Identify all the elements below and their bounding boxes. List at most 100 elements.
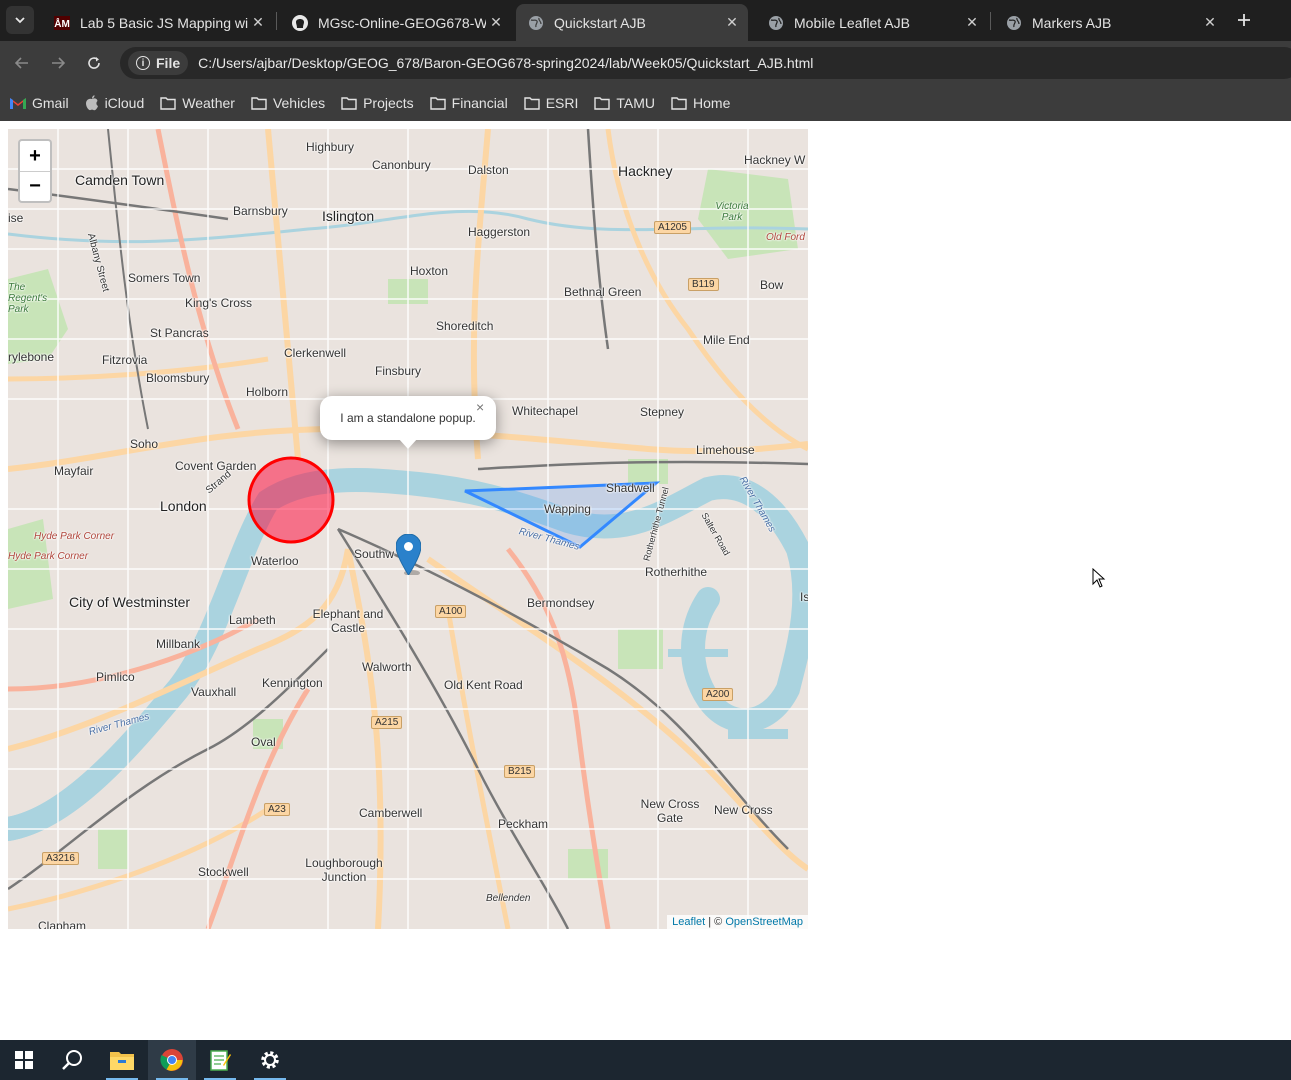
bookmark-label: Weather: [182, 94, 235, 111]
place-label: Oval: [251, 735, 276, 749]
folder-icon: [429, 96, 446, 110]
place-label: Dalston: [468, 163, 509, 177]
place-label: Hackney W: [744, 153, 806, 167]
close-tab-icon[interactable]: ✕: [1200, 13, 1220, 33]
place-label: rylebone: [8, 350, 55, 364]
gear-icon: [261, 1051, 279, 1069]
close-tab-icon[interactable]: ✕: [962, 13, 982, 33]
close-tab-icon[interactable]: ✕: [248, 13, 268, 33]
site-info-chip[interactable]: i File: [128, 51, 189, 75]
chrome-button[interactable]: [148, 1040, 196, 1080]
bookmark-folder-projects[interactable]: Projects: [341, 95, 414, 111]
place-label: Covent Garden: [175, 459, 257, 473]
bookmark-gmail[interactable]: Gmail: [10, 95, 69, 111]
tab-separator: [276, 12, 277, 30]
chrome-icon: [160, 1049, 183, 1071]
folder-icon: [251, 96, 267, 110]
place-label: Peckham: [498, 817, 549, 831]
zoom-out-button[interactable]: −: [20, 171, 50, 201]
place-label: Barnsbury: [233, 204, 288, 218]
place-label: Fitzrovia: [102, 353, 148, 367]
bookmark-icloud[interactable]: iCloud: [85, 94, 145, 111]
map-attribution: Leaflet | © OpenStreetMap: [667, 915, 808, 929]
place-label: London: [160, 498, 207, 514]
place-label: Vauxhall: [191, 685, 237, 699]
folder-icon: [594, 96, 611, 110]
road-shield: A1205: [654, 221, 691, 234]
place-label: Hyde Park Corner: [8, 551, 89, 562]
back-button[interactable]: [10, 51, 34, 75]
place-label: Mile End: [703, 333, 750, 347]
road-shield: B215: [504, 765, 536, 778]
arrow-left-icon: [14, 57, 28, 69]
new-tab-button[interactable]: [1232, 8, 1256, 32]
place-label: Camberwell: [359, 806, 423, 820]
place-label: Somers Town: [128, 271, 201, 285]
search-button[interactable]: [48, 1040, 96, 1080]
place-label: Finsbury: [375, 364, 422, 378]
mouse-cursor-icon: [1092, 568, 1106, 588]
place-label: Stepney: [640, 405, 685, 419]
notepad-button[interactable]: [196, 1040, 244, 1080]
place-label: Islington: [322, 208, 375, 224]
file-explorer-button[interactable]: [98, 1040, 146, 1080]
place-label: Victoria Park: [715, 201, 749, 223]
place-label: Old Kent Road: [444, 678, 523, 692]
settings-button[interactable]: [246, 1040, 294, 1080]
tab-lab5[interactable]: ÅM Lab 5 Basic JS Mapping with ✕: [42, 4, 274, 41]
place-label: Canonbury: [372, 158, 431, 172]
github-icon: [292, 14, 308, 31]
close-tab-icon[interactable]: ✕: [486, 13, 506, 33]
leaflet-map[interactable]: Highbury Canonbury Dalston Hackney Hackn…: [8, 129, 808, 929]
place-label: Hoxton: [410, 264, 449, 278]
place-label: Holborn: [246, 385, 289, 399]
reload-icon: [88, 57, 100, 69]
place-label: Kennington: [262, 676, 323, 690]
tab-search-button[interactable]: [6, 6, 34, 34]
place-label: Stockwell: [198, 865, 249, 879]
site-chip-label: File: [156, 55, 181, 71]
osm-link[interactable]: OpenStreetMap: [725, 916, 803, 928]
folder-icon: [524, 96, 540, 110]
place-label: Highbury: [306, 140, 355, 154]
reload-button[interactable]: [82, 51, 106, 75]
bookmark-folder-tamu[interactable]: TAMU: [594, 95, 655, 111]
tab-mobile-leaflet[interactable]: Mobile Leaflet AJB ✕: [756, 4, 988, 41]
globe-icon: [1006, 15, 1022, 31]
zoom-in-button[interactable]: +: [20, 141, 50, 171]
map-marker-icon[interactable]: [396, 534, 421, 575]
tab-separator: [990, 12, 991, 30]
place-label: Lambeth: [229, 613, 276, 627]
place-label: Clerkenwell: [284, 346, 347, 360]
bookmark-folder-esri[interactable]: ESRI: [524, 95, 578, 111]
forward-button[interactable]: [46, 51, 70, 75]
url-text[interactable]: C:/Users/ajbar/Desktop/GEOG_678/Baron-GE…: [198, 55, 813, 71]
zoom-control: + −: [18, 139, 52, 203]
bookmark-folder-weather[interactable]: Weather: [160, 95, 235, 111]
place-label: Millbank: [156, 637, 201, 651]
tab-mgsc[interactable]: MGsc-Online-GEOG678-W ✕: [280, 4, 512, 41]
plus-icon: [1238, 14, 1250, 26]
tamu-icon: ÅM: [54, 15, 70, 31]
tab-markers[interactable]: Markers AJB ✕: [994, 4, 1226, 41]
popup-close-button[interactable]: ×: [476, 399, 484, 415]
road-shield: A215: [371, 716, 403, 729]
close-tab-icon[interactable]: ✕: [722, 13, 742, 33]
leaflet-link[interactable]: Leaflet: [672, 916, 705, 928]
bookmark-folder-home[interactable]: Home: [671, 95, 730, 111]
place-label: Bethnal Green: [564, 285, 642, 299]
road-shield: A200: [702, 688, 734, 701]
tab-label: Markers AJB: [1032, 14, 1112, 31]
place-label: Shoreditch: [436, 319, 494, 333]
place-label: Bow: [760, 278, 784, 292]
start-button[interactable]: [0, 1040, 48, 1080]
place-label: Southw: [354, 547, 395, 561]
windows-icon: [15, 1051, 33, 1069]
bookmark-folder-financial[interactable]: Financial: [429, 95, 508, 111]
place-label: Whitechapel: [512, 404, 579, 418]
chevron-down-icon: [15, 17, 25, 24]
tab-quickstart[interactable]: Quickstart AJB ✕: [516, 4, 748, 41]
bookmark-folder-vehicles[interactable]: Vehicles: [251, 95, 325, 111]
address-bar[interactable]: i File C:/Users/ajbar/Desktop/GEOG_678/B…: [120, 47, 1291, 79]
bookmark-label: iCloud: [104, 94, 145, 111]
